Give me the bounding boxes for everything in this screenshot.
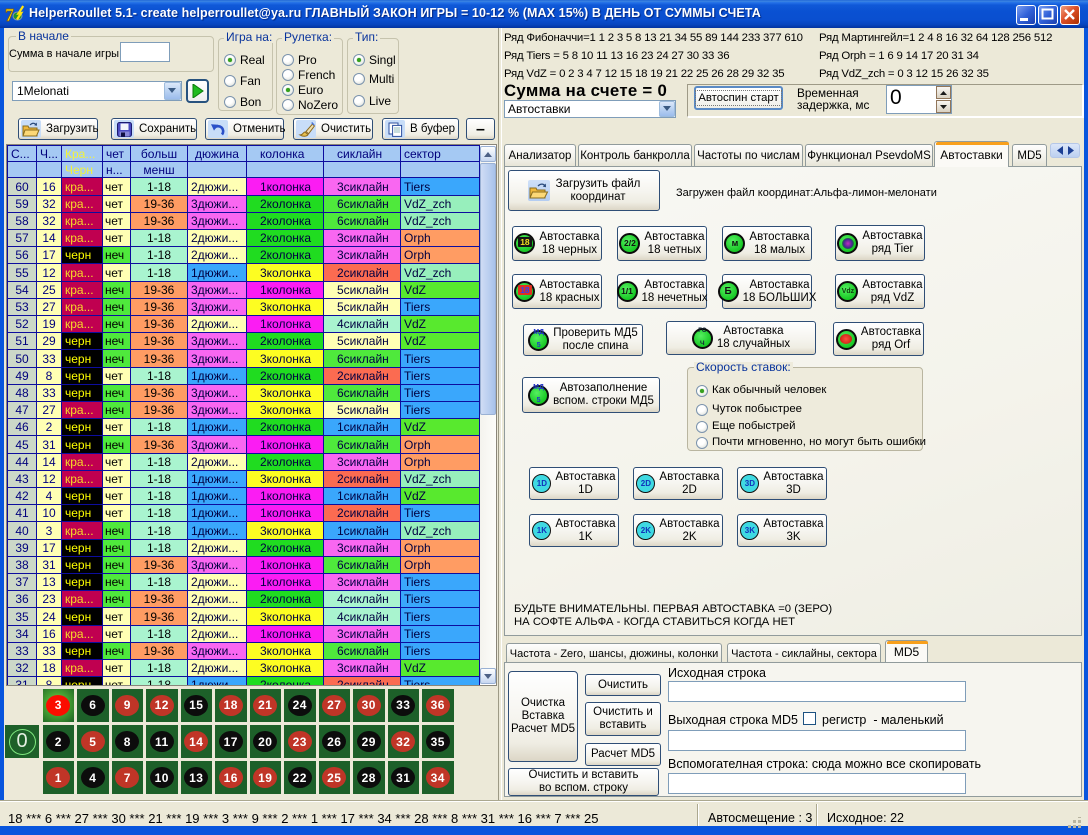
svg-text:7: 7 xyxy=(5,5,14,24)
